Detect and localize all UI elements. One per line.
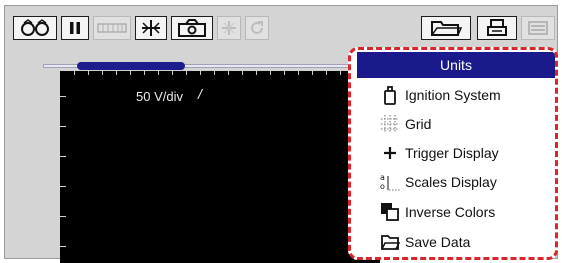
inverse-colors-icon <box>379 202 401 222</box>
menu-item-units[interactable]: Units <box>357 52 555 78</box>
voltage-tick <box>60 96 66 97</box>
voltage-scale-label: 50 V/div <box>136 89 183 104</box>
ignition-coil-icon <box>379 85 401 105</box>
timebase-tick <box>116 70 117 75</box>
zoom-button[interactable] <box>217 16 241 40</box>
timebase-tick <box>284 70 285 75</box>
timebase-tick <box>186 70 187 75</box>
refresh-button[interactable] <box>245 16 269 40</box>
timebase-tick <box>242 70 243 75</box>
pause-button[interactable] <box>61 16 89 40</box>
menu-button[interactable] <box>521 16 555 40</box>
svg-text:o: o <box>380 182 385 191</box>
snapshot-button[interactable] <box>171 16 213 40</box>
open-folder-icon <box>430 19 462 37</box>
menu-item-scales-display[interactable]: ao Scales Display <box>357 169 555 195</box>
menu-item-label: Save Data <box>405 234 471 250</box>
timebase-tick <box>172 70 173 75</box>
menu-item-trigger-display[interactable]: Trigger Display <box>357 140 555 166</box>
pause-icon <box>68 21 82 35</box>
timebase-tick <box>340 70 341 75</box>
voltage-tick <box>60 246 66 247</box>
menu-item-save-data[interactable]: Save Data <box>357 229 555 255</box>
menu-item-label: Grid <box>405 116 432 132</box>
menu-item-grid[interactable]: Grid <box>357 111 555 137</box>
timebase-tick <box>130 70 131 75</box>
link-button[interactable] <box>13 16 57 40</box>
waveform-display <box>60 70 380 263</box>
print-icon <box>486 19 508 37</box>
scope-top-border <box>60 70 380 71</box>
timebase-tick <box>256 70 257 75</box>
menu-item-label: Units <box>440 57 472 73</box>
voltage-tick <box>60 216 66 217</box>
timebase-tick <box>200 70 201 75</box>
timebase-tick <box>228 70 229 75</box>
timebase-tick <box>270 70 271 75</box>
menu-item-inverse-colors[interactable]: Inverse Colors <box>357 199 555 225</box>
menu-item-label: Ignition System <box>405 87 501 103</box>
timebase-tick <box>214 70 215 75</box>
timebase-tick <box>326 70 327 75</box>
timebase-tick <box>298 70 299 75</box>
svg-text:a: a <box>380 173 385 182</box>
timebase-tick <box>144 70 145 75</box>
cursor-button[interactable] <box>135 16 167 40</box>
menu-item-label: Scales Display <box>405 174 497 190</box>
timebase-tick <box>102 70 103 75</box>
time-scroll-thumb[interactable] <box>77 62 185 70</box>
menu-item-label: Trigger Display <box>405 145 499 161</box>
refresh-icon <box>249 20 265 36</box>
menu-icon <box>527 20 549 36</box>
timebase-tick <box>312 70 313 75</box>
display-options-menu: Units Ignition System Grid Trigger Displ… <box>348 47 558 260</box>
save-data-icon <box>379 232 401 252</box>
menu-item-ignition-system[interactable]: Ignition System <box>357 82 555 108</box>
cursor-cross-icon <box>140 19 162 37</box>
zoom-icon <box>221 20 237 36</box>
memory-bar-button[interactable] <box>93 16 131 40</box>
plus-icon <box>379 143 401 163</box>
link-icon <box>18 19 52 37</box>
scales-icon: ao <box>379 172 401 192</box>
grid-icon <box>379 114 401 134</box>
print-button[interactable] <box>477 16 517 40</box>
timebase-tick <box>74 70 75 75</box>
memory-bar-icon <box>97 22 127 34</box>
voltage-tick <box>60 126 66 127</box>
camera-icon <box>177 19 207 37</box>
open-button[interactable] <box>421 16 471 40</box>
timebase-tick <box>158 70 159 75</box>
menu-item-label: Inverse Colors <box>405 204 496 220</box>
voltage-tick <box>60 156 66 157</box>
timebase-tick <box>88 70 89 75</box>
trigger-slope-icon: / <box>198 86 202 102</box>
voltage-tick <box>60 186 66 187</box>
